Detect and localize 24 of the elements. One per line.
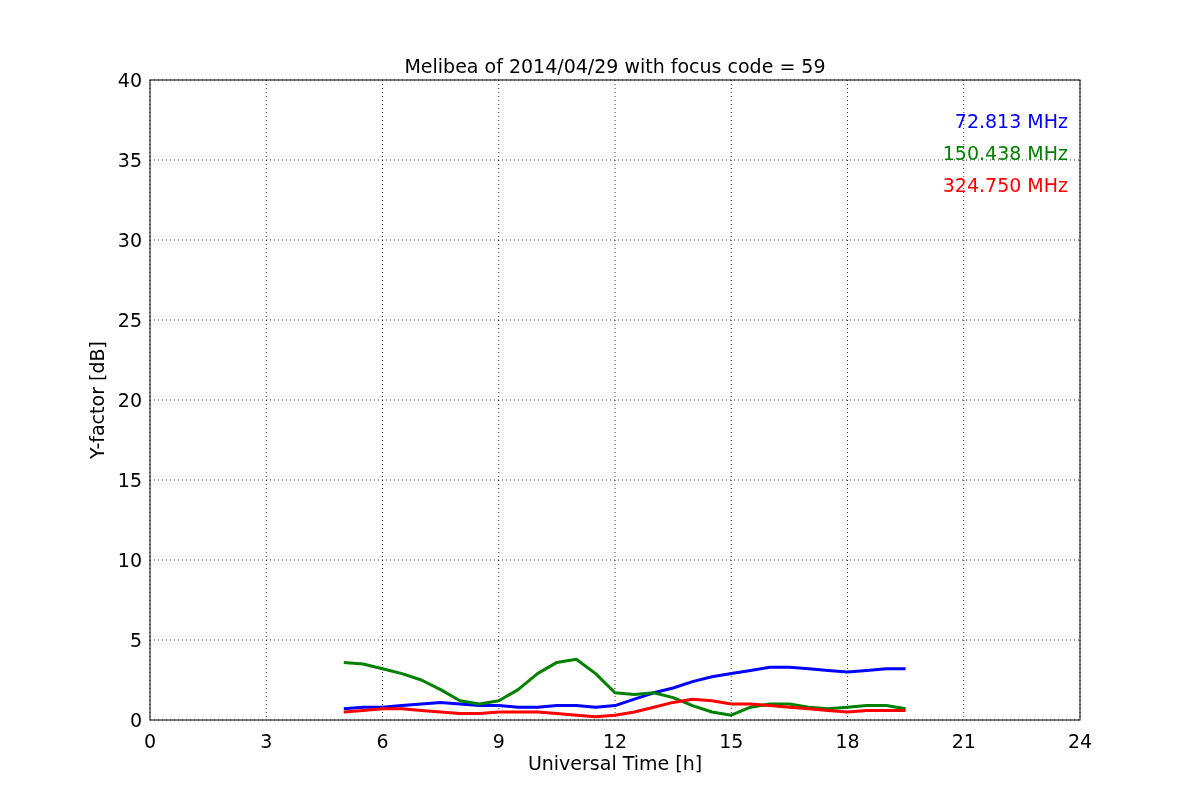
x-tick-label: 15 — [719, 730, 744, 752]
y-tick-label: 15 — [117, 469, 142, 491]
y-tick-label: 5 — [129, 629, 142, 651]
x-tick-label: 21 — [951, 730, 976, 752]
x-tick-label: 6 — [376, 730, 389, 752]
legend-label: 324.750 MHz — [942, 174, 1068, 196]
y-tick-label: 20 — [117, 389, 142, 411]
y-axis-label: Y-factor [dB] — [86, 341, 108, 459]
y-tick-label: 10 — [117, 549, 142, 571]
x-tick-label: 0 — [143, 730, 157, 752]
x-tick-label: 24 — [1067, 730, 1093, 752]
legend-label: 150.438 MHz — [942, 142, 1068, 164]
y-tick-label: 25 — [117, 309, 142, 331]
x-tick-label: 9 — [492, 730, 505, 752]
x-tick-label: 3 — [260, 730, 273, 752]
x-tick-label: 12 — [602, 730, 628, 752]
x-tick-label: 18 — [835, 730, 860, 752]
legend-label: 72.813 MHz — [954, 110, 1068, 132]
chart-title: Melibea of 2014/04/29 with focus code = 59 — [404, 55, 826, 77]
y-tick-label: 0 — [129, 709, 142, 731]
y-tick-label: 35 — [117, 149, 142, 171]
x-axis-label: Universal Time [h] — [527, 752, 703, 774]
y-tick-label: 40 — [117, 69, 142, 91]
y-tick-label: 30 — [117, 229, 142, 251]
